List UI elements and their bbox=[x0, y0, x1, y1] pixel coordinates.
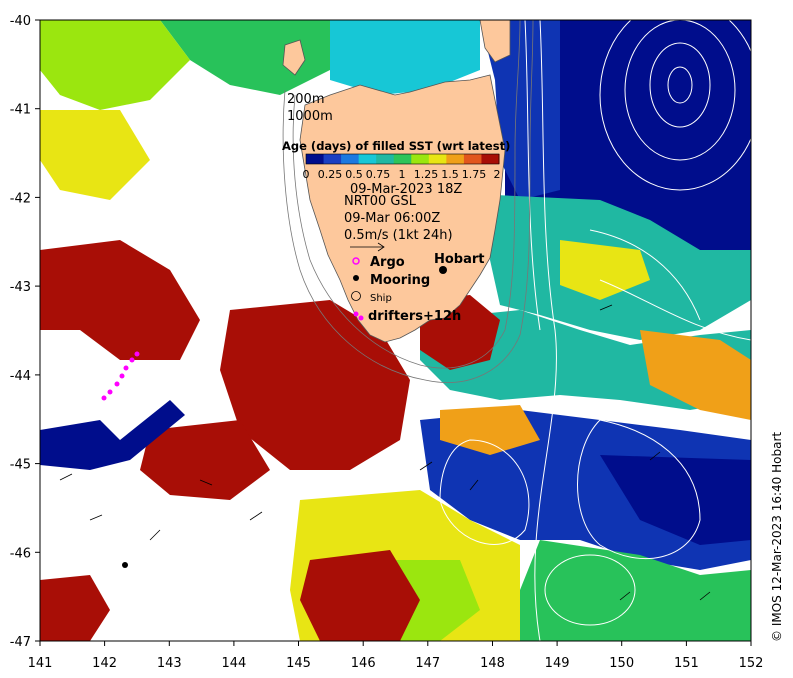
hobart-marker bbox=[439, 266, 447, 274]
ship-label: Ship bbox=[370, 293, 392, 304]
colorbar-swatch bbox=[306, 154, 325, 164]
lat-tick-label: -40 bbox=[10, 14, 31, 29]
lon-tick-label: 152 bbox=[739, 656, 764, 671]
argo-label: Argo bbox=[370, 255, 405, 270]
mooring-label: Mooring bbox=[370, 273, 430, 288]
lon-tick-marks bbox=[39, 641, 752, 646]
colorbar-swatch bbox=[341, 154, 360, 164]
sst-age-map: 141 142 143 144 145 146 147 148 149 150 … bbox=[10, 14, 764, 671]
colorbar-swatch bbox=[463, 154, 482, 164]
lat-tick-label: -45 bbox=[10, 458, 31, 473]
lat-tick-label: -43 bbox=[10, 280, 31, 295]
lon-tick-label: 149 bbox=[545, 656, 570, 671]
hobart-label: Hobart bbox=[434, 252, 485, 267]
lon-tick-label: 145 bbox=[286, 656, 311, 671]
lat-tick-label: -46 bbox=[10, 546, 31, 561]
depth-label-1000m: 1000m bbox=[287, 109, 333, 124]
colorbar-swatch bbox=[428, 154, 447, 164]
colorbar-tick-label: 0.25 bbox=[318, 168, 343, 181]
colorbar-swatch bbox=[358, 154, 377, 164]
colorbar-swatch bbox=[446, 154, 465, 164]
imos-credit: © IMOS 12-Mar-2023 16:40 Hobart bbox=[770, 431, 784, 642]
lat-tick-label: -41 bbox=[10, 103, 31, 118]
colorbar-tick-label: 1.75 bbox=[462, 168, 487, 181]
colorbar-swatches bbox=[306, 154, 500, 164]
colorbar-tick-label: 1.5 bbox=[441, 168, 459, 181]
colorbar-swatch bbox=[376, 154, 395, 164]
lat-tick-labels: -40 -41 -42 -43 -44 -45 -46 -47 bbox=[10, 14, 31, 650]
lon-tick-label: 150 bbox=[609, 656, 634, 671]
lat-tick-label: -44 bbox=[10, 369, 31, 384]
current-scale: 0.5m/s (1kt 24h) bbox=[344, 228, 453, 243]
colorbar-tick-label: 1 bbox=[399, 168, 406, 181]
lon-tick-label: 148 bbox=[480, 656, 505, 671]
mooring-marker bbox=[122, 562, 128, 568]
lon-tick-label: 141 bbox=[28, 656, 53, 671]
colorbar-tick-label: 0.5 bbox=[345, 168, 363, 181]
lon-tick-label: 142 bbox=[92, 656, 117, 671]
colorbar-swatch bbox=[481, 154, 500, 164]
colorbar-tick-labels: 0 0.25 0.5 0.75 1 1.25 1.5 1.75 2 bbox=[303, 168, 501, 181]
lat-tick-label: -47 bbox=[10, 635, 31, 650]
lon-tick-label: 151 bbox=[674, 656, 699, 671]
colorbar-tick-label: 1.25 bbox=[414, 168, 439, 181]
lat-tick-marks bbox=[35, 19, 40, 642]
lat-tick-label: -42 bbox=[10, 191, 31, 206]
lon-tick-label: 147 bbox=[415, 656, 440, 671]
lon-tick-label: 144 bbox=[221, 656, 246, 671]
lon-tick-label: 143 bbox=[157, 656, 182, 671]
drifters-label: drifters+12h bbox=[368, 309, 461, 324]
mooring-icon bbox=[353, 275, 359, 281]
colorbar-title: Age (days) of filled SST (wrt latest) bbox=[282, 139, 510, 153]
lon-tick-labels: 141 142 143 144 145 146 147 148 149 150 … bbox=[28, 656, 764, 671]
colorbar-tick-label: 2 bbox=[494, 168, 501, 181]
colorbar-swatch bbox=[393, 154, 412, 164]
colorbar-tick-label: 0.75 bbox=[366, 168, 391, 181]
current-time: 09-Mar 06:00Z bbox=[344, 211, 440, 226]
lon-tick-label: 146 bbox=[351, 656, 376, 671]
colorbar-tick-label: 0 bbox=[303, 168, 310, 181]
depth-label-200m: 200m bbox=[287, 92, 324, 107]
colorbar-swatch bbox=[411, 154, 430, 164]
colorbar-swatch bbox=[323, 154, 342, 164]
product-name: NRT00 GSL bbox=[344, 194, 417, 209]
